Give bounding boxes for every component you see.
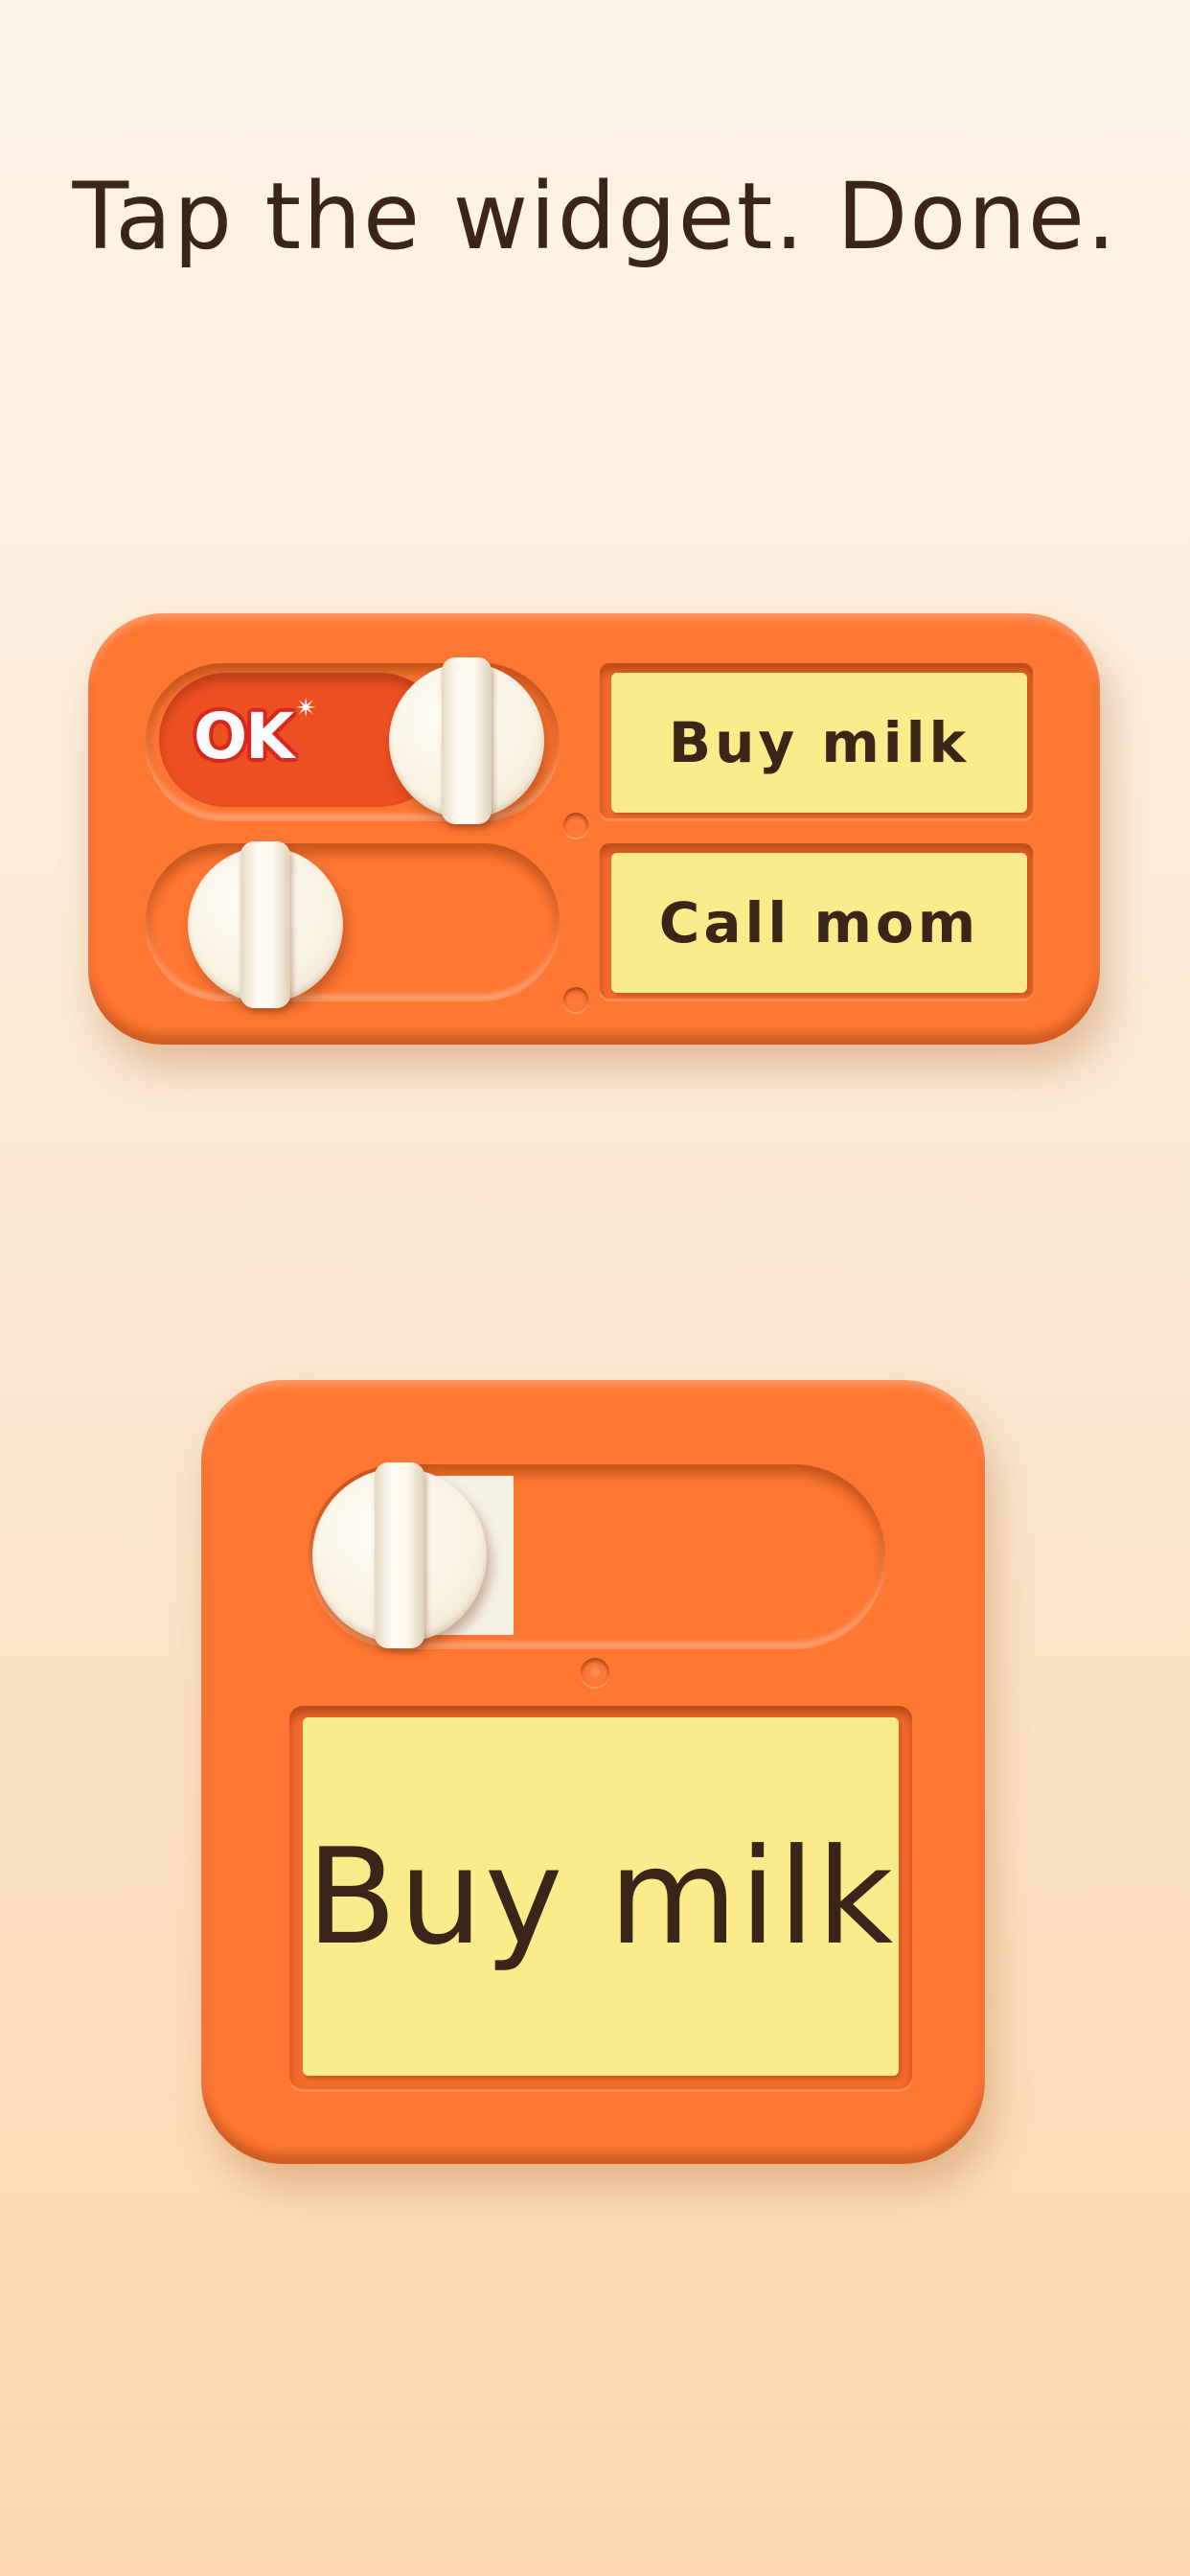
- knob-grip: [442, 657, 492, 824]
- sparkle-icon: ✴: [294, 692, 318, 724]
- toggle-knob-row-2[interactable]: [188, 841, 343, 1008]
- square-todo-widget[interactable]: Buy milk: [201, 1380, 985, 2164]
- note-buy-milk[interactable]: Buy milk: [611, 673, 1027, 813]
- toggle-knob-row-1[interactable]: [389, 657, 544, 824]
- wide-todo-widget[interactable]: OK ✴ Buy milk Call mom: [88, 613, 1100, 1045]
- knob-grip: [240, 841, 290, 1008]
- ok-badge-label: OK: [194, 700, 294, 773]
- note-call-mom[interactable]: Call mom: [611, 853, 1027, 993]
- screw-icon: [581, 1658, 609, 1687]
- screw-icon: [563, 813, 588, 838]
- headline: Tap the widget. Done.: [72, 163, 1118, 270]
- knob-grip: [375, 1462, 424, 1648]
- ok-badge: OK ✴: [194, 692, 317, 773]
- note-buy-milk-large[interactable]: Buy milk: [303, 1717, 899, 2076]
- screw-icon: [563, 987, 588, 1012]
- toggle-knob[interactable]: [312, 1462, 487, 1648]
